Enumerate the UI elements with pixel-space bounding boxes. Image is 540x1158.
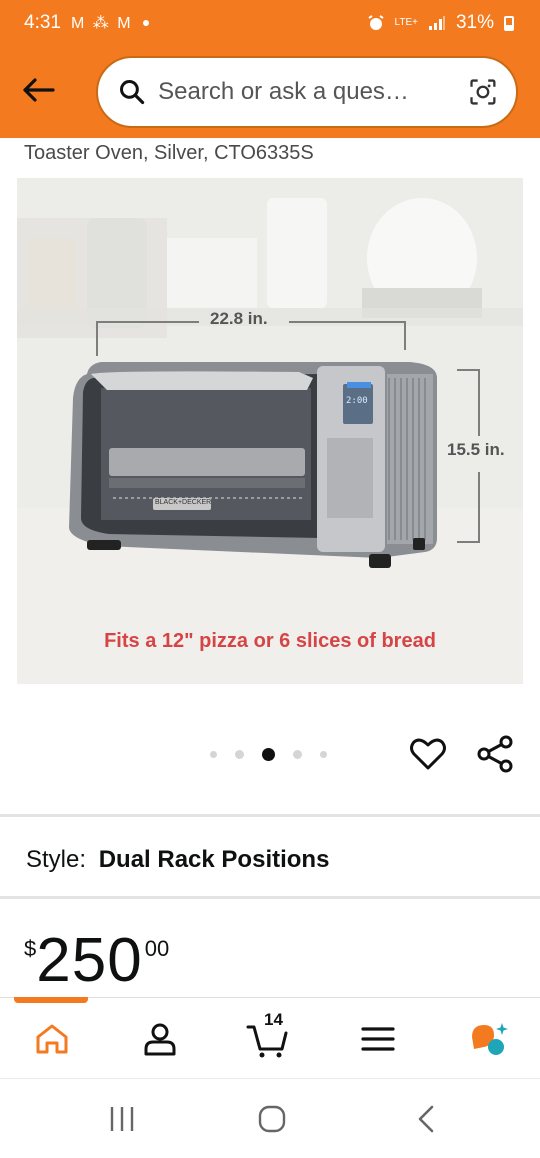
status-time: 4:31 xyxy=(24,12,61,33)
signal-icon xyxy=(428,16,445,30)
app-header xyxy=(0,46,540,138)
style-value: Dual Rack Positions xyxy=(98,846,330,873)
price-whole: 250 xyxy=(36,926,143,995)
product-image[interactable]: 22.8 in. 15.5 in. BLACK+DECKER 2:00 Fits… xyxy=(17,178,523,684)
share-icon xyxy=(477,735,513,773)
recents-button[interactable] xyxy=(104,1103,140,1135)
carousel-dot[interactable] xyxy=(235,750,244,759)
home-icon xyxy=(36,1024,68,1054)
price-symbol: $ xyxy=(24,936,37,961)
search-icon xyxy=(120,79,145,105)
height-dimension-label: 15.5 in. xyxy=(447,440,505,459)
notification-icons: M ⁂ M xyxy=(70,15,133,32)
status-bar: 4:31 M ⁂ M LTE+ 31% xyxy=(0,0,540,46)
bottom-nav: 14 xyxy=(0,997,540,1077)
image-caption: Fits a 12" pizza or 6 slices of bread xyxy=(104,630,436,652)
heart-icon xyxy=(410,738,446,770)
nav-account[interactable] xyxy=(136,1016,184,1062)
recents-icon xyxy=(110,1107,134,1131)
camera-lens-icon[interactable] xyxy=(468,75,498,109)
search-bar[interactable] xyxy=(96,56,518,128)
style-selector[interactable]: Style: Dual Rack Positions xyxy=(26,846,329,874)
style-label: Style: xyxy=(26,846,87,873)
display-readout: 2:00 xyxy=(346,396,368,406)
carousel-dot[interactable] xyxy=(210,751,217,758)
section-divider xyxy=(0,896,540,899)
product-title: Toaster Oven, Silver, CTO6335S xyxy=(24,142,314,164)
share-button[interactable] xyxy=(476,734,516,774)
system-back-button[interactable] xyxy=(408,1103,444,1135)
nav-rufus[interactable] xyxy=(464,1016,512,1062)
back-button[interactable] xyxy=(16,68,60,112)
status-right: LTE+ 31% xyxy=(367,12,514,34)
price-fraction: 00 xyxy=(144,936,170,961)
section-divider xyxy=(0,814,540,817)
home-circle-icon xyxy=(258,1105,286,1133)
width-dimension-label: 22.8 in. xyxy=(210,309,268,328)
brand-plate: BLACK+DECKER xyxy=(155,499,212,506)
back-arrow-icon xyxy=(23,78,55,102)
toaster-oven-illustration xyxy=(17,178,523,684)
carousel-dot[interactable] xyxy=(320,751,327,758)
network-label: LTE+ xyxy=(394,17,418,28)
nav-menu[interactable] xyxy=(354,1016,402,1062)
battery-percent: 31% xyxy=(455,12,494,33)
menu-icon xyxy=(361,1027,395,1051)
carousel-dot-active[interactable] xyxy=(262,748,275,761)
system-nav-bar xyxy=(0,1078,540,1158)
notification-dot-icon xyxy=(142,20,149,26)
alarm-icon xyxy=(367,15,384,30)
wishlist-button[interactable] xyxy=(408,734,448,774)
cart-count: 14 xyxy=(264,1010,283,1029)
nav-home[interactable] xyxy=(28,1016,76,1062)
nav-cart[interactable]: 14 xyxy=(244,1010,292,1062)
rufus-icon xyxy=(472,1023,508,1055)
carousel-dot[interactable] xyxy=(293,750,302,759)
price: $ 250 00 xyxy=(24,926,169,996)
battery-icon xyxy=(504,15,514,31)
system-home-button[interactable] xyxy=(254,1103,290,1135)
app-screen: 4:31 M ⁂ M LTE+ 31% Toaster Oven, Silver… xyxy=(0,0,540,1158)
account-icon xyxy=(144,1023,176,1056)
active-tab-indicator xyxy=(14,997,88,1003)
carousel-dots[interactable] xyxy=(210,748,327,761)
search-input[interactable] xyxy=(158,78,469,106)
status-left: 4:31 M ⁂ M xyxy=(24,12,149,34)
back-chevron-icon xyxy=(418,1105,434,1133)
